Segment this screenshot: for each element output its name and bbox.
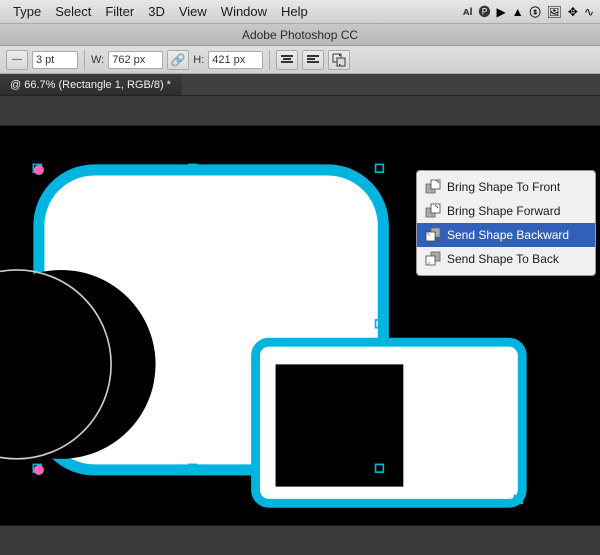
align-btn-1[interactable] [276,50,298,70]
menu-filter[interactable]: Filter [98,2,141,21]
ps-logo: 🅟 [479,3,491,20]
tab-label: @ 66.7% (Rectangle 1, RGB/8) * [10,79,171,91]
arrange-icon [332,53,346,67]
monitor-icon: 🖼 [547,5,562,19]
divider-2 [269,50,270,70]
move-icon: ✥ [568,5,578,19]
width-input[interactable] [108,51,163,69]
stroke-icon: — [12,54,22,65]
cc-icon: ⓢ [530,4,541,20]
send-to-back-item[interactable]: Send Shape To Back [417,247,595,271]
menu-bar: Type Select Filter 3D View Window Help ᴀ… [0,0,600,24]
menu-help[interactable]: Help [274,2,315,21]
title-bar: Adobe Photoshop CC [0,24,600,46]
divider-1 [84,50,85,70]
height-input[interactable] [208,51,263,69]
dropbox-icon: ▶ [497,5,506,19]
drive-icon: ▲ [512,5,524,19]
send-backward-item[interactable]: Send Shape Backward [417,223,595,247]
wifi-icon: ∿ [584,5,594,19]
menu-window[interactable]: Window [214,2,274,21]
bring-forward-item[interactable]: Bring Shape Forward [417,199,595,223]
link-btn[interactable]: 🔗 [167,50,189,70]
menu-right-icons: ᴀI 🅟 ▶ ▲ ⓢ 🖼 ✥ ∿ [463,3,594,20]
bring-to-front-item[interactable]: Bring Shape To Front [417,175,595,199]
app-title: Adobe Photoshop CC [242,28,358,42]
send-to-back-icon [425,251,441,267]
bring-forward-label: Bring Shape Forward [447,204,560,218]
bring-forward-icon [425,203,441,219]
align-btn-2[interactable] [302,50,324,70]
menu-type[interactable]: Type [6,2,48,21]
align-icon-2 [306,53,320,67]
arrange-btn[interactable] [328,50,350,70]
arrange-dropdown-menu: Bring Shape To Front Bring Shape Forward [416,170,596,276]
tab-bar: @ 66.7% (Rectangle 1, RGB/8) * [0,74,600,96]
height-label: H: [193,54,204,66]
options-bar: — W: 🔗 H: [0,46,600,74]
ai-icon: ᴀI [463,6,473,18]
align-icon-1 [280,53,294,67]
bring-to-front-icon [425,179,441,195]
width-label: W: [91,54,104,66]
canvas-svg [0,96,600,555]
bring-to-front-label: Bring Shape To Front [447,180,560,194]
send-to-back-label: Send Shape To Back [447,252,559,266]
menu-select[interactable]: Select [48,2,98,21]
menu-view[interactable]: View [172,2,214,21]
canvas-tab[interactable]: @ 66.7% (Rectangle 1, RGB/8) * [0,74,182,95]
stroke-dropdown[interactable]: — [6,50,28,70]
send-backward-label: Send Shape Backward [447,228,569,242]
send-backward-icon [425,227,441,243]
canvas-area: Bring Shape To Front Bring Shape Forward [0,96,600,555]
stroke-input[interactable] [32,51,78,69]
menu-3d[interactable]: 3D [141,2,172,21]
